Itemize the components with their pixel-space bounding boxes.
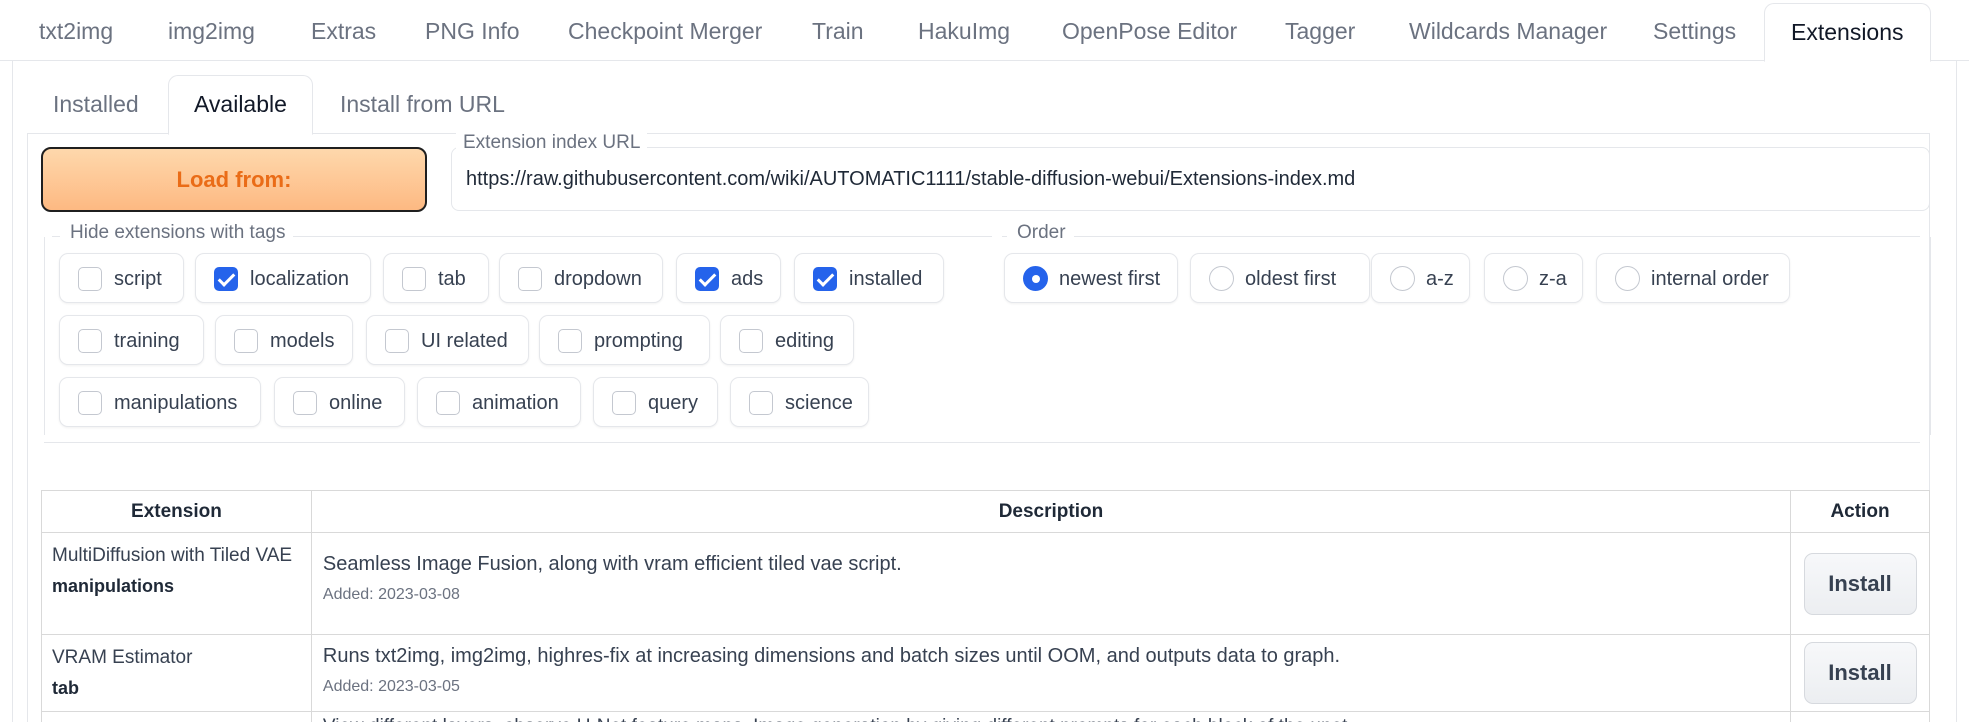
tag-checkbox-ads[interactable]: ads <box>676 253 781 303</box>
order-radio-z-a[interactable]: z-a <box>1484 253 1583 303</box>
checkbox-icon[interactable] <box>293 391 317 415</box>
order-radio-newest-first[interactable]: newest first <box>1004 253 1178 303</box>
order-radio-a-z[interactable]: a-z <box>1371 253 1470 303</box>
tag-checkbox-science[interactable]: science <box>730 377 869 427</box>
tab-txt2img[interactable]: txt2img <box>39 0 113 61</box>
tag-checkbox-online[interactable]: online <box>274 377 405 427</box>
tab-wildcards-manager[interactable]: Wildcards Manager <box>1409 0 1607 61</box>
extension-tag: tab <box>52 678 79 698</box>
tag-checkbox-query[interactable]: query <box>593 377 718 427</box>
tab-installed[interactable]: Installed <box>53 74 139 134</box>
tab-train[interactable]: Train <box>812 0 864 61</box>
tag-checkbox-prompting[interactable]: prompting <box>539 315 710 365</box>
tag-checkbox-animation[interactable]: animation <box>417 377 581 427</box>
column-header-description: Description <box>310 490 1792 533</box>
extension-added-date: Added: 2023-03-05 <box>322 678 460 695</box>
tab-settings[interactable]: Settings <box>1653 0 1736 61</box>
tag-checkbox-manipulations[interactable]: manipulations <box>59 377 261 427</box>
extensions-table: Extension Description Action MultiDiffus… <box>41 490 1930 722</box>
checkbox-icon[interactable] <box>78 391 102 415</box>
extensions-sub-tab-bar: Installed Available Install from URL <box>27 74 1930 135</box>
extension-name: VRAM Estimator <box>52 647 193 668</box>
extension-description: Seamless Image Fusion, along with vram e… <box>322 553 902 575</box>
extension-name-cell <box>41 711 312 722</box>
checkbox-icon[interactable] <box>739 329 763 353</box>
extension-description-cell: Runs txt2img, img2img, highres-fix at in… <box>310 634 1792 712</box>
extension-description-cell: View different layers, observe U-Net fea… <box>310 711 1792 722</box>
checkbox-icon[interactable] <box>78 329 102 353</box>
checkbox-icon[interactable] <box>518 267 542 291</box>
tag-checkbox-script[interactable]: script <box>59 253 184 303</box>
radio-icon[interactable] <box>1615 266 1640 291</box>
tag-checkbox-editing[interactable]: editing <box>720 315 854 365</box>
checkbox-icon[interactable] <box>749 391 773 415</box>
tab-tagger[interactable]: Tagger <box>1285 0 1355 61</box>
radio-selected-icon[interactable] <box>1023 266 1048 291</box>
filter-group-bottom <box>44 442 1920 443</box>
checkbox-icon[interactable] <box>436 391 460 415</box>
hide-tags-label: Hide extensions with tags <box>60 222 294 244</box>
tag-checkbox-ui-related[interactable]: UI related <box>366 315 529 365</box>
radio-icon[interactable] <box>1503 266 1528 291</box>
extension-action-cell <box>1790 711 1930 722</box>
checkbox-checked-icon[interactable] <box>695 267 719 291</box>
load-from-button[interactable]: Load from: <box>41 147 427 212</box>
checkbox-icon[interactable] <box>234 329 258 353</box>
tab-hakuimg[interactable]: HakuImg <box>918 0 1010 61</box>
table-row: View different layers, observe U-Net fea… <box>41 711 1930 722</box>
extension-name-cell: VRAM Estimator tab <box>41 634 312 712</box>
checkbox-icon[interactable] <box>78 267 102 291</box>
checkbox-icon[interactable] <box>385 329 409 353</box>
tag-checkbox-dropdown[interactable]: dropdown <box>499 253 663 303</box>
tag-checkbox-installed[interactable]: installed <box>794 253 944 303</box>
tab-png-info[interactable]: PNG Info <box>425 0 520 61</box>
radio-icon[interactable] <box>1209 266 1234 291</box>
extension-index-url-label: Extension index URL <box>456 132 648 154</box>
tab-openpose-editor[interactable]: OpenPose Editor <box>1062 0 1237 61</box>
tag-checkbox-training[interactable]: training <box>59 315 204 365</box>
extension-description-cell: Seamless Image Fusion, along with vram e… <box>310 532 1792 635</box>
column-header-extension: Extension <box>41 490 312 533</box>
tag-checkbox-localization[interactable]: localization <box>195 253 371 303</box>
extension-index-url-input[interactable] <box>466 164 1906 194</box>
table-row: VRAM Estimator tab Runs txt2img, img2img… <box>41 634 1930 712</box>
order-radio-oldest-first[interactable]: oldest first <box>1190 253 1370 303</box>
extension-description: Runs txt2img, img2img, highres-fix at in… <box>322 645 1341 667</box>
tab-checkpoint-merger[interactable]: Checkpoint Merger <box>568 0 762 61</box>
tag-checkbox-tab[interactable]: tab <box>383 253 489 303</box>
extension-action-cell: Install <box>1790 532 1930 635</box>
radio-icon[interactable] <box>1390 266 1415 291</box>
top-tab-bar: txt2img img2img Extras PNG Info Checkpoi… <box>0 0 1969 62</box>
tab-available[interactable]: Available <box>168 75 313 135</box>
checkbox-icon[interactable] <box>558 329 582 353</box>
tab-install-from-url[interactable]: Install from URL <box>340 74 505 134</box>
extension-added-date: Added: 2023-03-08 <box>322 586 460 603</box>
tab-extensions[interactable]: Extensions <box>1764 3 1931 62</box>
table-header-row: Extension Description Action <box>41 490 1930 533</box>
tab-img2img[interactable]: img2img <box>168 0 255 61</box>
order-radio-internal-order[interactable]: internal order <box>1596 253 1790 303</box>
install-button[interactable]: Install <box>1803 642 1917 704</box>
column-header-action: Action <box>1790 490 1930 533</box>
checkbox-checked-icon[interactable] <box>214 267 238 291</box>
extension-tag: manipulations <box>52 576 175 596</box>
extension-action-cell: Install <box>1790 634 1930 712</box>
extension-name: MultiDiffusion with Tiled VAE <box>52 545 293 566</box>
tab-extras[interactable]: Extras <box>311 0 376 61</box>
tag-checkbox-models[interactable]: models <box>215 315 353 365</box>
extension-name-cell: MultiDiffusion with Tiled VAE manipulati… <box>41 532 312 635</box>
install-button[interactable]: Install <box>1803 552 1917 615</box>
table-row: MultiDiffusion with Tiled VAE manipulati… <box>41 532 1930 635</box>
checkbox-icon[interactable] <box>402 267 426 291</box>
checkbox-icon[interactable] <box>612 391 636 415</box>
checkbox-checked-icon[interactable] <box>813 267 837 291</box>
order-label: Order <box>1007 222 1074 244</box>
